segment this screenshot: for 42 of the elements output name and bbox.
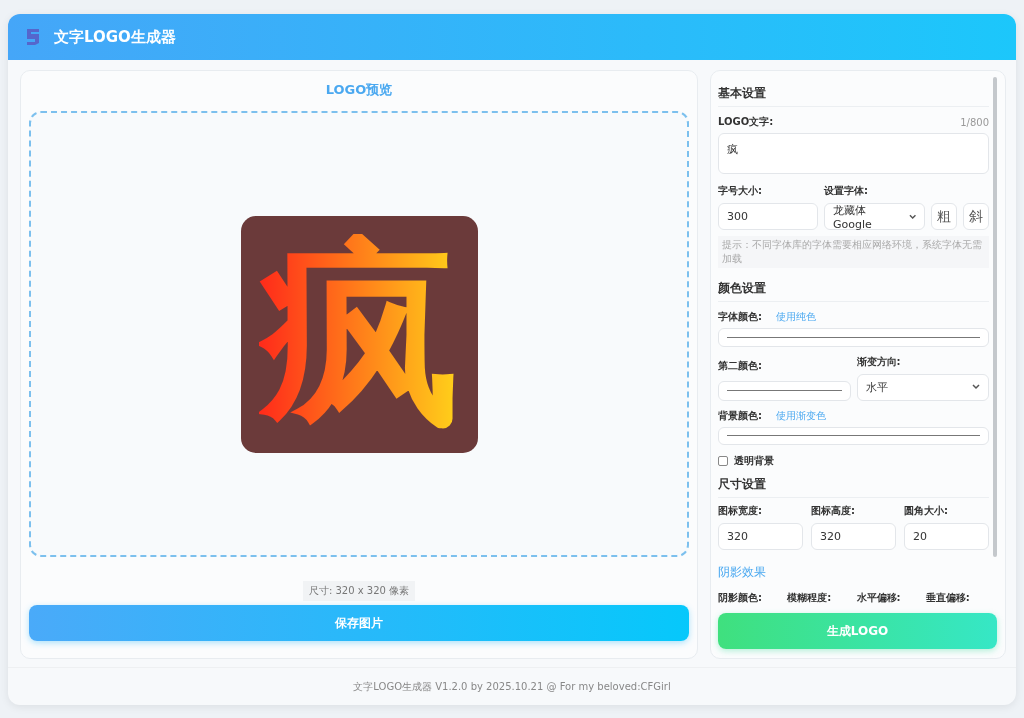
bold-button[interactable]: 粗: [931, 203, 957, 231]
field-label: 渐变方向:: [856, 354, 902, 369]
color-field[interactable]: [718, 328, 989, 347]
font-size-field[interactable]: 300: [718, 203, 818, 231]
font-select[interactable]: 龙藏体 Google: [824, 203, 925, 231]
checkbox-label: 透明背景: [734, 454, 774, 468]
number-field[interactable]: 20: [904, 523, 989, 550]
hint-text: 提示：不同字体库的字体需要相应网络环境，系统字体无需加载: [718, 236, 989, 269]
field-label: LOGO文字:: [718, 115, 774, 129]
caret-icon: [972, 384, 980, 391]
direction-select[interactable]: 水平: [856, 373, 989, 401]
field-label: 圆角大小:: [904, 504, 949, 518]
field-label: 垂直偏移:: [925, 591, 971, 605]
section-heading: 尺寸设置: [718, 468, 989, 498]
field-label: 背景颜色:: [718, 408, 762, 423]
field-label: 字体颜色:: [718, 310, 762, 325]
color-field[interactable]: [718, 380, 851, 401]
text-input-field[interactable]: 疯: [718, 133, 989, 175]
color-field[interactable]: [718, 426, 989, 445]
checkbox[interactable]: [718, 456, 728, 466]
section-heading: 阴影效果: [718, 564, 767, 581]
italic-button[interactable]: 斜: [963, 203, 989, 231]
char-counter: 1/800: [960, 116, 989, 128]
field-label: 阴影颜色:: [718, 591, 763, 605]
section-heading: 基本设置: [718, 77, 989, 107]
field-label: 第二颜色:: [718, 358, 763, 373]
section-heading: 颜色设置: [718, 272, 989, 303]
app-title: 文字LOGO生成器: [54, 27, 176, 47]
scrollbar[interactable]: [993, 77, 997, 557]
field-label: 模糊程度:: [787, 591, 833, 605]
preview-title: LOGO预览: [325, 81, 393, 99]
footer-text: 文字LOGO生成器 V1.2.0 by 2025.10.21 @ For my beloved:CFGirl: [8, 667, 1016, 705]
field-label: 图标高度:: [811, 504, 856, 518]
field-label: 图标宽度:: [718, 504, 763, 518]
caret-icon: [908, 214, 916, 220]
number-field[interactable]: 320: [718, 523, 803, 550]
field-label: 字号大小:: [718, 184, 763, 199]
logo-icon: [26, 28, 40, 46]
size-label: 尺寸: 320 x 320 像素: [302, 581, 416, 601]
field-label: 水平偏移:: [856, 591, 902, 605]
field-label: 设置字体:: [824, 184, 869, 199]
number-field[interactable]: 320: [811, 523, 896, 550]
